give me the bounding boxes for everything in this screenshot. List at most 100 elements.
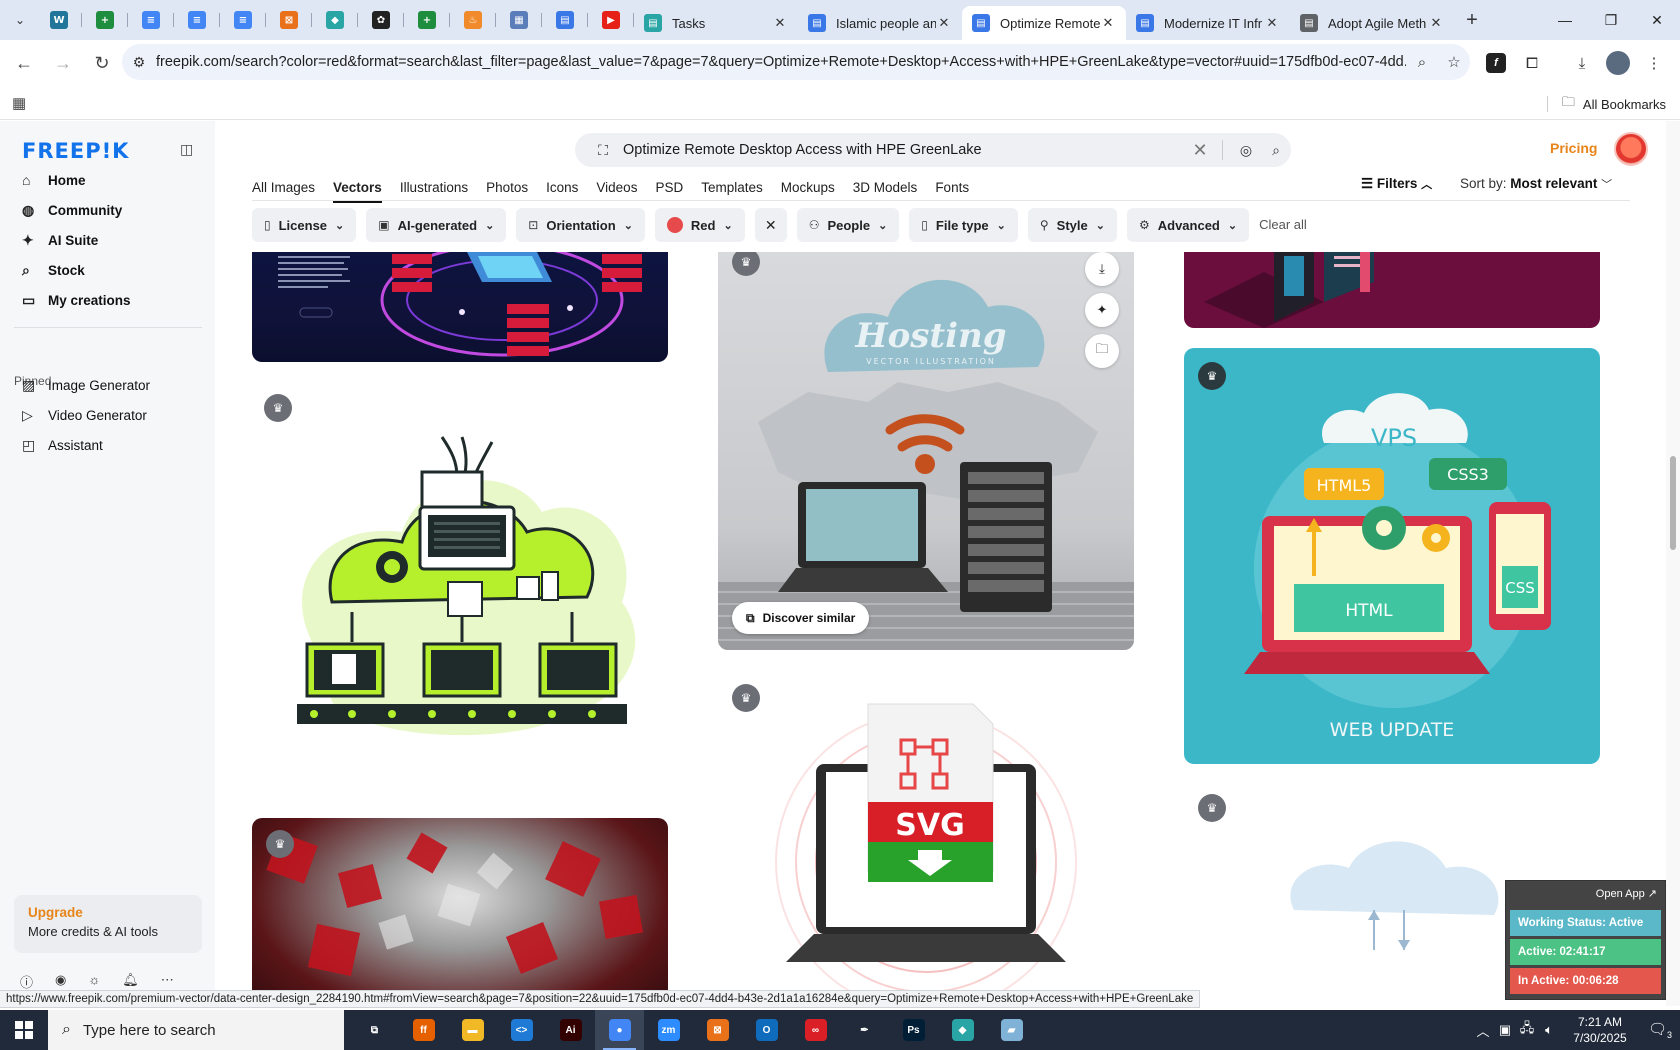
minimize-icon[interactable]: — — [1542, 0, 1588, 40]
sidebar-item-assistant[interactable]: ◰ Assistant — [14, 430, 204, 460]
page-scrollbar[interactable] — [1666, 121, 1680, 1006]
new-tab-plus-icon[interactable]: + — [1454, 0, 1490, 40]
search-mode-icon[interactable]: ⛶ — [583, 142, 623, 159]
taskbar-app-icon[interactable]: ▰ — [987, 1010, 1036, 1050]
sidebar-item-ai-suite[interactable]: ✦ AI Suite — [14, 225, 204, 255]
filter-chip-ai-generated[interactable]: ▣ AI-generated ⌄ — [366, 208, 507, 242]
bookmark-star-icon[interactable]: ☆ — [1438, 53, 1470, 71]
filter-chip-people[interactable]: ⚇ People ⌄ — [796, 208, 900, 242]
bell-icon[interactable]: 🔔︎ — [122, 972, 139, 991]
pinned-tab-docs[interactable]: ≡ — [174, 0, 220, 40]
browser-tab[interactable]: ▤ Tasks ✕ — [634, 6, 798, 40]
tab-search-chevron-down-icon[interactable]: ⌄ — [4, 5, 36, 35]
forward-arrow-icon[interactable]: → — [45, 45, 81, 81]
search-icon[interactable]: ⌕ — [1261, 142, 1291, 159]
reload-icon[interactable]: ↻ — [84, 45, 120, 81]
scrollbar-thumb[interactable] — [1670, 456, 1676, 550]
pinned-tab-docs[interactable]: ≡ — [220, 0, 266, 40]
tab-psd[interactable]: PSD — [655, 173, 683, 203]
zoom-icon[interactable]: ⌕ — [1406, 54, 1438, 71]
pinned-tab-sheets[interactable]: + — [404, 0, 450, 40]
taskbar-firefox-icon[interactable]: ff — [399, 1010, 448, 1050]
clear-search-icon[interactable]: ✕ — [1186, 140, 1214, 161]
browser-tab[interactable]: ▤ Adopt Agile Meth ✕ — [1290, 6, 1454, 40]
tray-chevron-up-icon[interactable]: ︿ — [1472, 1021, 1494, 1040]
tab-3d-models[interactable]: 3D Models — [853, 173, 918, 203]
font-extension-icon[interactable]: f — [1478, 45, 1514, 81]
taskbar-chrome-icon[interactable]: ● — [595, 1010, 644, 1050]
result-card-web-update[interactable]: ♛ VPS HTML5 CSS3 HTML CSS WEB UPDATE — [1184, 348, 1600, 764]
remove-color-filter-icon[interactable]: ✕ — [754, 208, 787, 242]
clear-all-filters[interactable]: Clear all — [1259, 208, 1307, 242]
network-icon[interactable]: 🖧 — [1516, 1019, 1538, 1041]
site-info-icon[interactable]: ⚙ — [122, 54, 156, 71]
apps-grid-icon[interactable]: ▦ — [12, 94, 26, 112]
sidebar-item-video-generator[interactable]: ▷ Video Generator — [14, 400, 204, 430]
result-card-isometric-datacenter[interactable] — [252, 252, 668, 362]
result-card-red-cubes[interactable]: ♛ — [252, 818, 668, 1006]
theme-sun-icon[interactable]: ☼ — [88, 972, 100, 991]
pinned-tab-wordpress[interactable]: W — [36, 0, 82, 40]
taskbar-file-explorer-icon[interactable]: ▬ — [448, 1010, 497, 1050]
taskbar-illustrator-icon[interactable]: Ai — [546, 1010, 595, 1050]
pinned-tab-app[interactable]: ◆ — [312, 0, 358, 40]
notifications-icon[interactable]: 🗨︎3 — [1640, 1020, 1680, 1040]
tab-close-icon[interactable]: ✕ — [772, 15, 788, 31]
tab-photos[interactable]: Photos — [486, 173, 528, 203]
tab-close-icon[interactable]: ✕ — [936, 15, 952, 31]
taskbar-vscode-icon[interactable]: <> — [497, 1010, 546, 1050]
sidebar-item-my-creations[interactable]: ▭ My creations — [14, 286, 204, 316]
downloads-icon[interactable]: ⤓ — [1564, 45, 1600, 81]
sidebar-item-stock[interactable]: ⌕ Stock — [14, 256, 204, 286]
filters-button[interactable]: ☰ Filters ︿ — [1361, 176, 1432, 192]
pinned-tab-extension[interactable]: ⊠ — [266, 0, 312, 40]
open-app-link[interactable]: Open App ↗ — [1510, 885, 1661, 907]
result-card-hosting[interactable]: Hosting VECTOR ILLUSTRATION ⤓ ✦ 🗀 ♛ ⧉ Di… — [718, 252, 1134, 650]
download-icon[interactable]: ⤓ — [1085, 252, 1119, 286]
sidebar-collapse-icon[interactable]: ◫ — [180, 141, 193, 158]
result-card-isometric-server[interactable] — [1184, 252, 1600, 328]
filter-chip-license[interactable]: ▯ License ⌄ — [252, 208, 357, 242]
search-bar[interactable]: ⛶ Optimize Remote Desktop Access with HP… — [575, 133, 1291, 167]
filter-chip-advanced[interactable]: ⚙ Advanced ⌄ — [1126, 208, 1250, 242]
all-bookmarks[interactable]: 🗀 All Bookmarks — [1546, 93, 1666, 115]
discover-similar-button[interactable]: ⧉ Discover similar — [732, 602, 870, 634]
ai-edit-sparkle-icon[interactable]: ✦ — [1085, 293, 1119, 327]
taskbar-task-view-icon[interactable]: ⧉ — [350, 1010, 399, 1050]
tab-templates[interactable]: Templates — [701, 173, 763, 203]
tab-videos[interactable]: Videos — [596, 173, 637, 203]
help-icon[interactable]: ⓘ — [20, 972, 33, 991]
pinned-tab-forms[interactable]: ▤ — [542, 0, 588, 40]
address-bar[interactable]: ⚙ freepik.com/search?color=red&format=se… — [122, 44, 1470, 80]
upgrade-card[interactable]: Upgrade More credits & AI tools — [14, 895, 202, 953]
more-icon[interactable]: ⋯ — [161, 972, 174, 991]
url-text[interactable]: freepik.com/search?color=red&format=sear… — [156, 54, 1406, 70]
filter-chip-style[interactable]: ⚲ Style ⌄ — [1027, 208, 1117, 242]
sidebar-item-home[interactable]: ⌂ Home — [14, 165, 204, 195]
tab-all-images[interactable]: All Images — [252, 173, 315, 203]
pinned-tab-app[interactable]: ▦ — [496, 0, 542, 40]
filter-chip-orientation[interactable]: ⊡ Orientation ⌄ — [516, 208, 645, 242]
taskbar-pen-tool-icon[interactable]: ✒ — [840, 1010, 889, 1050]
browser-tab[interactable]: ▤ Islamic people an ✕ — [798, 6, 962, 40]
user-avatar[interactable] — [1614, 132, 1648, 166]
pinned-tab-app[interactable]: ♨ — [450, 0, 496, 40]
profile-avatar[interactable] — [1606, 51, 1630, 75]
pinned-tab-docs[interactable]: ≡ — [128, 0, 174, 40]
camera-icon[interactable]: ◎ — [1231, 142, 1261, 159]
tab-icons[interactable]: Icons — [546, 173, 578, 203]
close-window-icon[interactable]: ✕ — [1634, 0, 1680, 40]
discord-icon[interactable]: ◉ — [55, 972, 66, 991]
taskbar-app-icon[interactable]: ◆ — [938, 1010, 987, 1050]
search-input[interactable]: Optimize Remote Desktop Access with HPE … — [623, 142, 1186, 158]
tab-vectors[interactable]: Vectors — [333, 173, 382, 203]
sort-dropdown[interactable]: Sort by: Most relevant ﹀ — [1460, 176, 1612, 192]
pinned-tab-youtube[interactable]: ▶ — [588, 0, 634, 40]
volume-icon[interactable]: 🔈︎ — [1538, 1022, 1560, 1038]
sidebar-item-community[interactable]: ◍ Community — [14, 195, 204, 225]
taskbar-photoshop-icon[interactable]: Ps — [889, 1010, 938, 1050]
filter-chip-red[interactable]: Red ⌄ — [654, 208, 745, 242]
tab-close-icon[interactable]: ✕ — [1428, 15, 1444, 31]
result-card-cloud-workflow[interactable]: ♛ — [252, 382, 668, 802]
result-card-svg-download[interactable]: ♛ SVG — [718, 672, 1134, 1006]
